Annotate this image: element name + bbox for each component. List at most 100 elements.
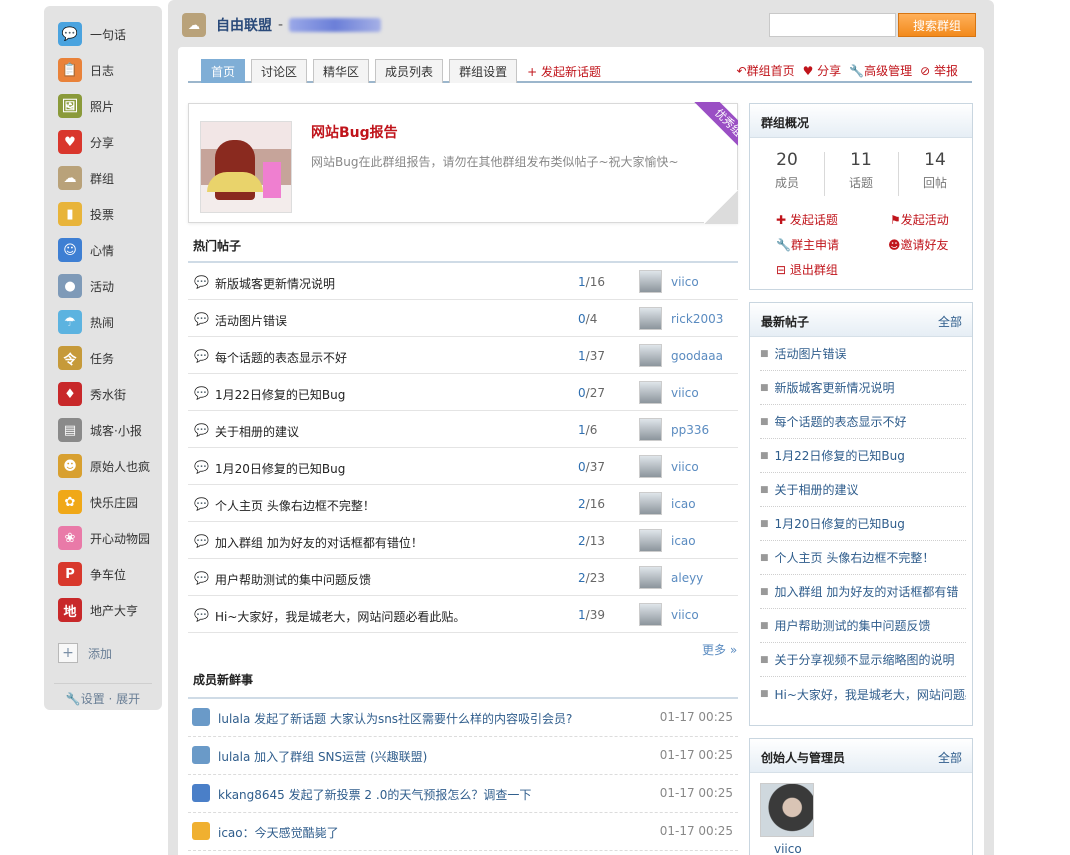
post-title[interactable]: 每个话题的表态显示不好 <box>215 349 347 366</box>
post-author[interactable]: aleyy <box>671 571 703 585</box>
sidebar-app-vote[interactable]: ▮ 投票 <box>44 196 162 232</box>
latest-post-item[interactable]: ■ 个人主页 头像右边框不完整！ <box>760 541 966 575</box>
sidebar-app-photo[interactable]: 🖼 照片 <box>44 88 162 124</box>
post-title[interactable]: Hi~大家好，我是城老大，网站问题必看此贴。 <box>215 608 465 625</box>
latest-post-item[interactable]: ■ Hi~大家好，我是城老大，网站问题必 <box>760 677 966 711</box>
group-name[interactable]: 自由联盟 <box>216 15 272 35</box>
latest-post-item[interactable]: ■ 新版城客更新情况说明 <box>760 371 966 405</box>
latest-post-item[interactable]: ■ 加入群组 加为好友的对话框都有错 <box>760 575 966 609</box>
sidebar-app-lively[interactable]: ☂ 热闹 <box>44 304 162 340</box>
sidebar-divider <box>54 683 152 684</box>
news-text[interactable]: icao：今天感觉酷毙了 <box>218 824 339 841</box>
latest-post-item[interactable]: ■ 关于分享视频不显示缩略图的说明 <box>760 643 966 677</box>
avatar[interactable] <box>639 270 662 293</box>
sidebar-app-task[interactable]: 令任务 <box>44 340 162 376</box>
tab-1[interactable]: 讨论区 <box>251 59 308 83</box>
avatar[interactable] <box>639 344 662 367</box>
sidebar-app-caveman[interactable]: ☻ 原始人也疯 <box>44 448 162 484</box>
admin-name[interactable]: viico <box>774 842 802 855</box>
post-author[interactable]: pp336 <box>671 423 709 437</box>
overview-action-1[interactable]: ⚑发起活动 <box>890 211 949 228</box>
sidebar-app-group[interactable]: ☁ 群组 <box>44 160 162 196</box>
featured-thumbnail[interactable] <box>200 121 292 213</box>
sidebar-app-zoo[interactable]: ❀ 开心动物园 <box>44 520 162 556</box>
new-topic-link[interactable]: + 发起新话题 <box>527 59 601 83</box>
search-group-button[interactable]: 搜索群组 <box>898 13 976 37</box>
news-text[interactable]: lulala 加入了群组 SNS运营 (兴趣联盟) <box>218 748 427 765</box>
overview-action-4[interactable]: ⊟ 退出群组 <box>776 261 838 278</box>
latest-post-item[interactable]: ■ 每个话题的表态显示不好 <box>760 405 966 439</box>
tab-3[interactable]: 成员列表 <box>375 59 444 83</box>
sidebar-app-newspaper[interactable]: ▤ 城客·小报 <box>44 412 162 448</box>
tab-2[interactable]: 精华区 <box>313 59 370 83</box>
sidebar-app-parking[interactable]: P 争车位 <box>44 556 162 592</box>
news-text[interactable]: lulala 发起了新话题 大家认为sns社区需要什么样的内容吸引会员? <box>218 710 572 727</box>
latest-post-item[interactable]: ■ 1月20日修复的已知Bug <box>760 507 966 541</box>
post-author[interactable]: icao <box>671 534 696 548</box>
admin-avatar[interactable] <box>760 783 814 837</box>
overview-action-2[interactable]: 🔧群主申请 <box>776 236 839 253</box>
tab-0[interactable]: 首页 <box>201 59 246 83</box>
avatar[interactable] <box>639 455 662 478</box>
heart-icon: ♥ <box>58 130 82 154</box>
add-app-button[interactable]: + 添加 <box>58 643 112 663</box>
sidebar-app-market[interactable]: ♦ 秀水街 <box>44 376 162 412</box>
sidebar-app-label: 开心动物园 <box>90 531 151 546</box>
latest-all-link[interactable]: 全部 <box>938 313 962 330</box>
news-text[interactable]: kkang8645 发起了新投票 2 .0的天气预报怎么？调查一下 <box>218 786 531 803</box>
overview-action-0[interactable]: ✚ 发起话题 <box>776 211 838 228</box>
post-title[interactable]: 加入群组 加为好友的对话框都有错位！ <box>215 534 423 551</box>
post-author[interactable]: viico <box>671 275 699 289</box>
group-action-2[interactable]: 🔧高级管理 <box>849 62 912 79</box>
avatar[interactable] <box>639 307 662 330</box>
sidebar-app-heart[interactable]: ♥ 分享 <box>44 124 162 160</box>
bullet-icon: ■ <box>760 586 769 597</box>
group-action-0[interactable]: ↶群组首页 <box>737 62 795 79</box>
group-action-3[interactable]: ⊘ 举报 <box>920 62 958 79</box>
group-action-1[interactable]: ♥ 分享 <box>803 62 842 79</box>
sidebar-app-event[interactable]: ● 活动 <box>44 268 162 304</box>
post-title[interactable]: 1月22日修复的已知Bug <box>215 386 345 403</box>
post-author[interactable]: goodaaa <box>671 349 723 363</box>
excellent-group-ribbon: 优秀组 <box>686 102 738 154</box>
sidebar-app-notebook[interactable]: 📋 日志 <box>44 52 162 88</box>
avatar[interactable] <box>639 566 662 589</box>
post-title[interactable]: 新版城客更新情况说明 <box>215 275 335 292</box>
avatar[interactable] <box>639 381 662 404</box>
featured-title[interactable]: 网站Bug报告 <box>311 122 398 142</box>
lively-icon: ☂ <box>58 310 82 334</box>
group-search-input[interactable] <box>769 13 896 37</box>
latest-post-item[interactable]: ■ 1月22日修复的已知Bug <box>760 439 966 473</box>
avatar[interactable] <box>639 418 662 441</box>
post-author[interactable]: viico <box>671 386 699 400</box>
latest-post-item[interactable]: ■ 活动图片错误 <box>760 337 966 371</box>
post-row: 💬 加入群组 加为好友的对话框都有错位！ 2/13 icao <box>188 522 738 559</box>
admins-all-link[interactable]: 全部 <box>938 749 962 766</box>
avatar[interactable] <box>639 529 662 552</box>
sidebar-app-farm[interactable]: ✿ 快乐庄园 <box>44 484 162 520</box>
tab-4[interactable]: 群组设置 <box>449 59 518 83</box>
post-author[interactable]: rick2003 <box>671 312 723 326</box>
more-posts-link[interactable]: 更多 » <box>702 641 737 658</box>
latest-post-item[interactable]: ■ 关于相册的建议 <box>760 473 966 507</box>
post-title[interactable]: 活动图片错误 <box>215 312 287 329</box>
avatar[interactable] <box>639 603 662 626</box>
post-title[interactable]: 用户帮助测试的集中问题反馈 <box>215 571 371 588</box>
latest-post-item[interactable]: ■ 用户帮助测试的集中问题反馈 <box>760 609 966 643</box>
post-title[interactable]: 1月20日修复的已知Bug <box>215 460 345 477</box>
sidebar-app-estate[interactable]: 地地产大亨 <box>44 592 162 628</box>
avatar[interactable] <box>639 492 662 515</box>
post-title[interactable]: 关于相册的建议 <box>215 423 299 440</box>
post-title[interactable]: 个人主页 头像右边框不完整！ <box>215 497 375 514</box>
post-author[interactable]: icao <box>671 497 696 511</box>
sidebar-app-speech[interactable]: 💬 一句话 <box>44 16 162 52</box>
overview-action-3[interactable]: ☻邀请好友 <box>888 236 949 253</box>
sidebar-app-mood[interactable]: ☺ 心情 <box>44 232 162 268</box>
bullet-icon: ■ <box>760 348 769 359</box>
post-row: 💬 新版城客更新情况说明 1/16 viico <box>188 263 738 300</box>
sidebar-settings-expand[interactable]: 🔧设置 · 展开 <box>44 690 162 707</box>
chat-bubble-icon: 💬 <box>194 349 209 363</box>
post-author[interactable]: viico <box>671 460 699 474</box>
post-author[interactable]: viico <box>671 608 699 622</box>
post-replies: 2 <box>578 571 586 585</box>
